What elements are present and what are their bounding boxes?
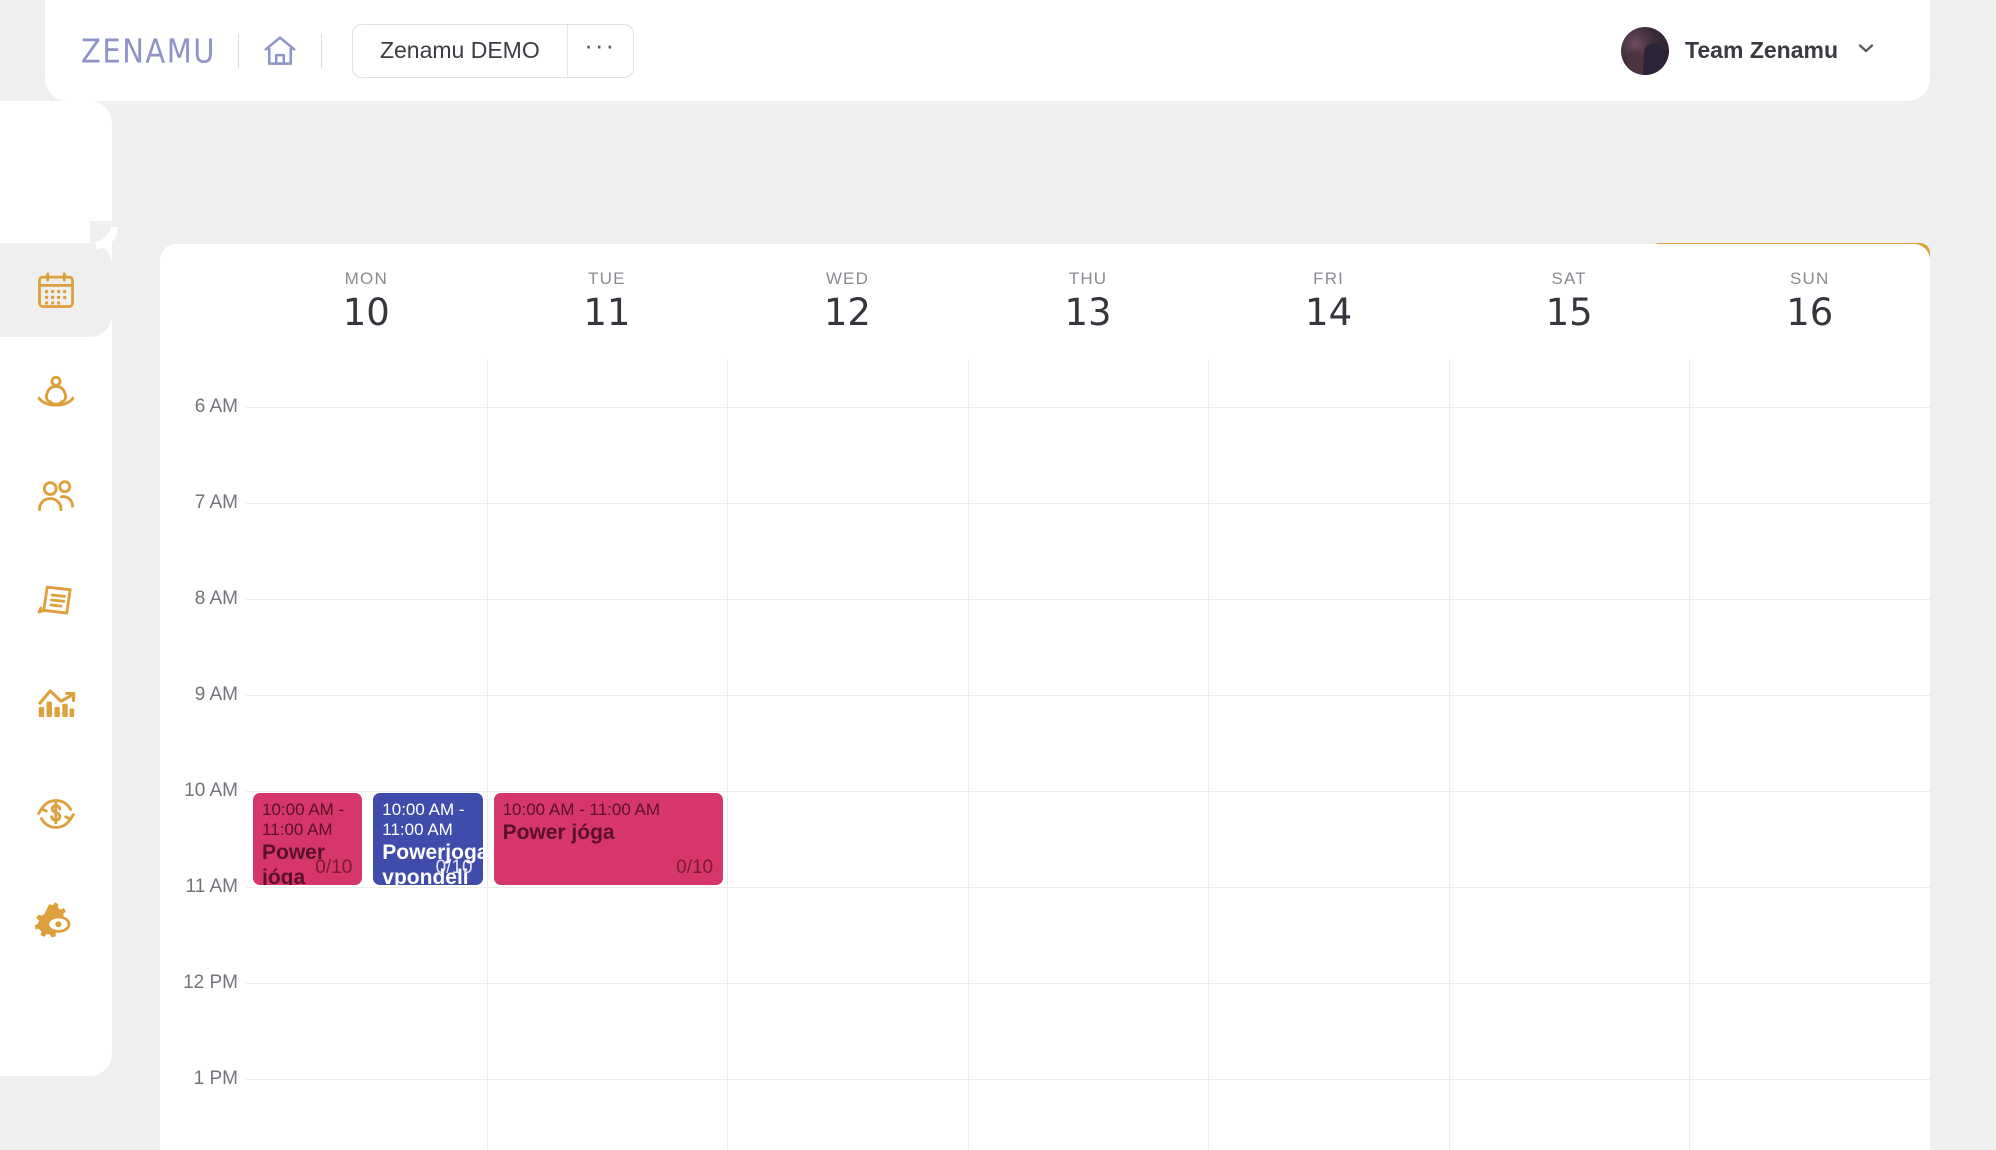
day-gridline — [727, 359, 729, 1150]
event-time: 10:00 AM - 11:00 AM — [502, 800, 661, 819]
people-icon — [38, 480, 74, 512]
day-gridline — [1208, 359, 1210, 1150]
day-name: THU — [1068, 269, 1108, 288]
time-label: 9 AM — [194, 684, 238, 705]
bar-chart-icon — [38, 689, 76, 717]
sidebar-item-calendar[interactable] — [0, 221, 112, 337]
event-capacity: 0/10 — [435, 856, 473, 878]
day-number: 13 — [1064, 291, 1112, 334]
event-title: Power jóga — [502, 821, 615, 845]
day-number: 12 — [823, 291, 871, 334]
event-time: 10:00 AM - 11:00 AM — [382, 800, 465, 840]
day-header-row: MON 10 TUE 11 WED 12 THU 13 FRI 14 SAT 1… — [160, 244, 1930, 359]
calendar-event[interactable]: 10:00 AM - 11:00 AM Power jóga 0/10 — [253, 793, 363, 885]
time-label: 1 PM — [193, 1068, 238, 1089]
calendar-icon — [38, 272, 74, 308]
hour-gridline — [246, 599, 1930, 600]
sidebar-item-statistics[interactable] — [0, 655, 112, 749]
day-name: SUN — [1790, 269, 1830, 288]
day-gridline — [1448, 359, 1450, 1150]
top-header-bar: ZENAMU Zenamu DEMO ··· Team Zenamu — [45, 0, 1930, 101]
chevron-down-icon[interactable] — [1854, 36, 1878, 65]
hour-gridline — [246, 791, 1930, 792]
day-header-thu[interactable]: THU 13 — [968, 244, 1209, 359]
day-number: 14 — [1305, 291, 1353, 334]
hour-gridline — [246, 503, 1930, 504]
sidebar-item-settings[interactable] — [0, 876, 112, 970]
time-label: 6 AM — [194, 396, 238, 417]
event-capacity: 0/10 — [676, 856, 714, 878]
time-label: 7 AM — [194, 492, 238, 513]
sidebar-item-payments[interactable] — [0, 767, 112, 861]
day-number: 11 — [583, 291, 631, 334]
time-label: 12 PM — [183, 972, 238, 993]
user-menu[interactable]: Team Zenamu — [1621, 26, 1878, 75]
sidebar-item-invoices[interactable] — [0, 553, 112, 647]
day-header-sat[interactable]: SAT 15 — [1449, 244, 1690, 359]
gear-icon — [34, 902, 71, 938]
event-capacity: 0/10 — [315, 856, 353, 878]
time-label: 8 AM — [194, 588, 238, 609]
day-header-mon[interactable]: MON 10 — [246, 244, 487, 359]
calendar-event[interactable]: 10:00 AM - 11:00 AM Power jóga 0/10 — [493, 793, 724, 885]
day-name: SAT — [1551, 269, 1587, 288]
day-number: 16 — [1786, 291, 1834, 334]
sidebar-item-classes[interactable] — [0, 347, 112, 441]
day-header-wed[interactable]: WED 12 — [727, 244, 968, 359]
event-time: 10:00 AM - 11:00 AM — [262, 800, 345, 840]
grid-body[interactable]: 10:00 AM - 11:00 AM Power jóga 0/10 10:00 A… — [246, 359, 1930, 1150]
project-selector[interactable]: Zenamu DEMO ··· — [351, 23, 634, 78]
day-number: 10 — [342, 291, 390, 334]
project-more-button[interactable]: ··· — [566, 24, 633, 77]
avatar — [1621, 26, 1670, 75]
day-number: 15 — [1545, 291, 1593, 334]
calendar-grid: 6 AM7 AM8 AM9 AM10 AM11 AM12 PM1 PM2 PM … — [160, 359, 1930, 1150]
hour-gridline — [246, 407, 1930, 408]
hour-gridline — [246, 1079, 1930, 1080]
home-icon[interactable] — [261, 32, 299, 70]
user-name-label: Team Zenamu — [1685, 37, 1838, 63]
calendar-toolbar: 10 - 16 July 2023 TODAY + Create a new t… — [0, 101, 1996, 305]
day-gridline — [1689, 359, 1691, 1150]
project-name-label[interactable]: Zenamu DEMO — [353, 25, 567, 77]
day-gridline — [967, 359, 969, 1150]
zenamu-logo[interactable]: ZENAMU — [81, 31, 216, 70]
day-name: WED — [825, 269, 870, 288]
time-axis: 6 AM7 AM8 AM9 AM10 AM11 AM12 PM1 PM2 PM — [160, 359, 246, 1150]
day-header-tue[interactable]: TUE 11 — [487, 244, 728, 359]
hour-gridline — [246, 887, 1930, 888]
time-label: 10 AM — [184, 780, 238, 801]
sidebar-item-members[interactable] — [0, 450, 112, 544]
yoga-person-icon — [37, 375, 75, 407]
day-name: FRI — [1313, 269, 1345, 288]
day-header-fri[interactable]: FRI 14 — [1208, 244, 1449, 359]
dollar-refresh-icon — [37, 799, 75, 829]
day-gridline — [486, 359, 488, 1150]
invoice-document-icon — [37, 585, 72, 615]
day-name: TUE — [588, 269, 626, 288]
divider — [237, 33, 239, 68]
calendar-card: MON 10 TUE 11 WED 12 THU 13 FRI 14 SAT 1… — [160, 244, 1930, 1150]
calendar-event[interactable]: 10:00 AM - 11:00 AM Powerjoga vpondeli 0/1… — [373, 793, 483, 885]
day-header-sun[interactable]: SUN 16 — [1689, 244, 1930, 359]
hour-gridline — [246, 983, 1930, 984]
time-label: 11 AM — [185, 876, 238, 897]
day-name: MON — [344, 269, 388, 288]
divider — [320, 33, 322, 68]
time-gutter-spacer — [160, 244, 246, 359]
hour-gridline — [246, 695, 1930, 696]
left-sidebar — [0, 101, 112, 1076]
